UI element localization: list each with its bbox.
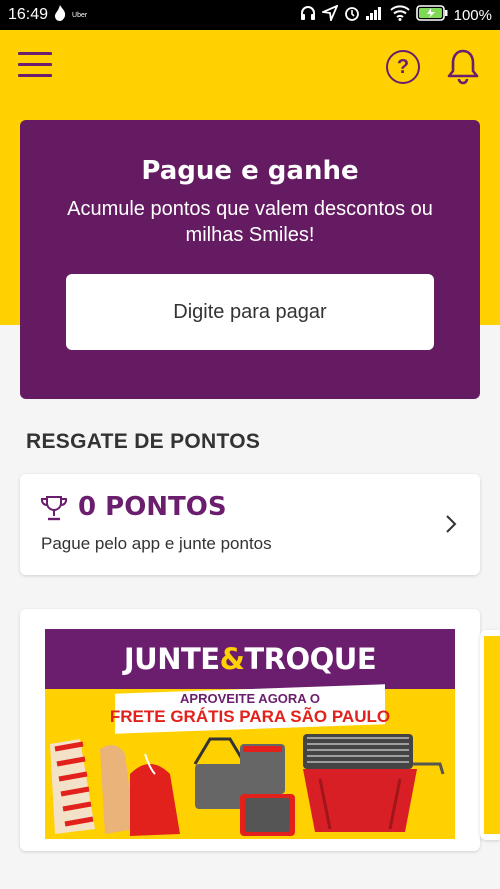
banner-headline: JUNTE & TROQUE xyxy=(45,629,455,689)
alarm-icon xyxy=(344,5,360,25)
banner-headline-part1: JUNTE xyxy=(123,642,220,676)
hero-subtitle: Acumule pontos que valem descontos ou mi… xyxy=(67,198,433,246)
battery-percent: 100% xyxy=(453,6,492,24)
promo-carousel-card: JUNTE & TROQUE APROVEITE AGORA O FRETE G… xyxy=(20,609,480,851)
banner-products-illustration xyxy=(50,734,445,836)
help-icon[interactable]: ? xyxy=(386,50,420,84)
junte-troque-banner[interactable]: JUNTE & TROQUE APROVEITE AGORA O FRETE G… xyxy=(45,629,455,839)
status-time: 16:49 xyxy=(8,6,49,23)
status-bar: 16:49 Uber 100% xyxy=(0,0,500,30)
signal-icon xyxy=(365,6,384,24)
menu-icon[interactable] xyxy=(18,52,52,80)
next-promo-card-peek[interactable] xyxy=(480,630,500,840)
uber-icon: Uber xyxy=(72,12,87,19)
location-icon xyxy=(319,4,339,25)
chevron-right-icon xyxy=(444,514,458,534)
banner-headline-amp: & xyxy=(219,642,245,676)
hero-title: Pague e ganhe xyxy=(141,156,359,186)
points-description: Pague pelo app e junte pontos xyxy=(41,534,272,553)
trophy-icon xyxy=(40,494,68,522)
flame-icon xyxy=(54,4,66,26)
banner-line1: APROVEITE AGORA O xyxy=(180,691,320,706)
wifi-icon xyxy=(389,5,410,25)
points-card[interactable]: 0 PONTOS Pague pelo app e junte pontos xyxy=(20,474,480,575)
bell-icon[interactable] xyxy=(446,48,480,86)
pay-and-earn-card: Pague e ganhe Acumule pontos que valem d… xyxy=(20,120,480,399)
help-glyph: ? xyxy=(396,55,410,78)
banner-headline-part2: TROQUE xyxy=(244,642,377,676)
battery-icon xyxy=(415,5,448,25)
banner-line2: FRETE GRÁTIS PARA SÃO PAULO xyxy=(109,707,391,726)
points-value: 0 PONTOS xyxy=(78,492,227,522)
headphones-icon xyxy=(300,5,316,25)
redeem-points-heading: RESGATE DE PONTOS xyxy=(26,430,261,453)
top-app-bar: ? xyxy=(0,30,500,104)
pay-button[interactable]: Digite para pagar xyxy=(66,274,434,350)
uber-label: Uber xyxy=(72,11,88,19)
